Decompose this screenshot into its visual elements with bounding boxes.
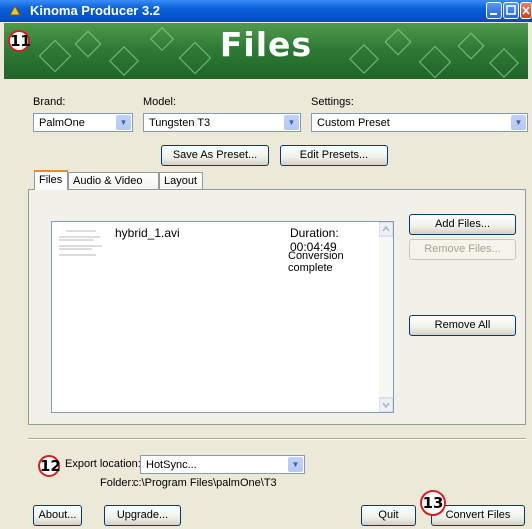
divider <box>28 438 526 440</box>
close-button[interactable] <box>520 2 532 19</box>
export-location-value: HotSync... <box>146 459 197 471</box>
settings-select[interactable]: Custom Preset ▼ <box>311 113 528 132</box>
chevron-down-icon[interactable]: ▼ <box>288 457 303 472</box>
file-list-scrollbar[interactable] <box>378 221 394 413</box>
edit-presets-button[interactable]: Edit Presets... <box>280 145 388 166</box>
upgrade-button[interactable]: Upgrade... <box>104 505 181 526</box>
chevron-down-icon[interactable]: ▼ <box>511 115 526 130</box>
tab-files[interactable]: Files <box>34 170 68 190</box>
window-title: Kinoma Producer 3.2 <box>30 3 161 18</box>
file-thumbnail <box>56 228 108 266</box>
model-label: Model: <box>143 96 177 108</box>
chevron-down-icon[interactable]: ▼ <box>116 115 131 130</box>
about-button[interactable]: About... <box>33 505 82 526</box>
add-files-button[interactable]: Add Files... <box>409 214 516 235</box>
title-bar[interactable]: Kinoma Producer 3.2 <box>0 0 532 22</box>
callout-marker: 11 <box>8 30 31 52</box>
export-location-select[interactable]: HotSync... ▼ <box>140 455 305 474</box>
tab-layout[interactable]: Layout <box>159 172 203 189</box>
save-as-preset-button[interactable]: Save As Preset... <box>161 145 269 166</box>
list-item[interactable]: hybrid_1.avi Duration: 00:04:49 Conversi… <box>52 222 379 274</box>
scrollbar-arrows <box>378 221 394 413</box>
chevron-down-icon[interactable]: ▼ <box>284 115 299 130</box>
export-location-label: Export location: <box>65 458 141 470</box>
minimize-icon <box>490 13 497 15</box>
folder-path: c:\Program Files\palmOne\T3 <box>133 477 277 489</box>
brand-value: PalmOne <box>39 117 85 129</box>
file-name: hybrid_1.avi <box>115 226 180 240</box>
banner-title: Files <box>219 25 313 64</box>
maximize-button[interactable] <box>503 2 519 19</box>
remove-files-button[interactable]: Remove Files... <box>409 239 516 260</box>
settings-label: Settings: <box>311 96 354 108</box>
close-icon <box>522 6 530 15</box>
convert-files-button[interactable]: Convert Files <box>431 505 525 526</box>
header-banner: Files <box>4 23 528 79</box>
file-status: Conversion complete <box>288 250 344 274</box>
model-value: Tungsten T3 <box>149 117 211 129</box>
quit-button[interactable]: Quit <box>361 505 416 526</box>
kinoma-app-icon <box>9 4 21 16</box>
brand-label: Brand: <box>33 96 66 108</box>
tab-audio-video[interactable]: Audio & Video <box>68 172 159 189</box>
brand-select[interactable]: PalmOne ▼ <box>33 113 133 132</box>
model-select[interactable]: Tungsten T3 ▼ <box>143 113 301 132</box>
callout-marker: 13 <box>420 490 446 516</box>
settings-value: Custom Preset <box>317 117 390 129</box>
folder-label: Folder: <box>100 477 135 489</box>
minimize-button[interactable] <box>486 2 502 19</box>
remove-all-button[interactable]: Remove All <box>409 315 516 336</box>
maximize-icon <box>506 5 516 15</box>
callout-marker: 12 <box>38 455 61 477</box>
